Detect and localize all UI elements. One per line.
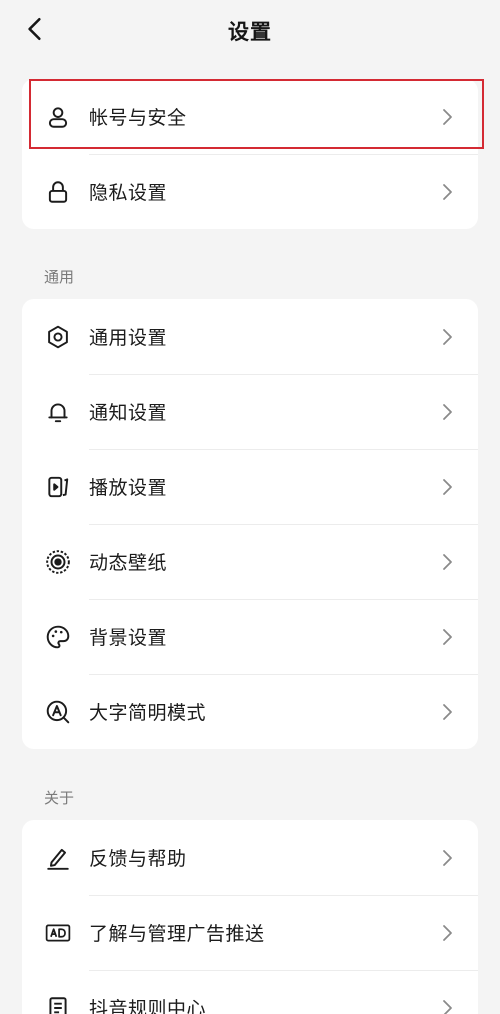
background-settings-label: 背景设置 [89,627,168,649]
chevron-right-icon [440,999,454,1014]
chevron-right-icon [440,183,454,201]
chevron-right-icon [440,924,454,942]
bell-icon [44,398,72,426]
page-title: 设置 [228,20,272,44]
account-card: 帐号与安全 隐私设置 [22,79,478,229]
large-font-mode-row[interactable]: 大字简明模式 [22,674,478,749]
account-security-label: 帐号与安全 [89,107,187,129]
ad-management-row[interactable]: 了解与管理广告推送 [22,895,478,970]
account-security-row[interactable]: 帐号与安全 [22,79,478,154]
chevron-right-icon [440,553,454,571]
feedback-help-label: 反馈与帮助 [89,848,187,870]
playback-settings-row[interactable]: 播放设置 [22,449,478,524]
play-settings-icon [44,473,72,501]
chevron-right-icon [440,478,454,496]
notification-settings-label: 通知设置 [89,402,168,424]
chevron-right-icon [440,628,454,646]
chevron-right-icon [440,849,454,867]
privacy-settings-row[interactable]: 隐私设置 [22,154,478,229]
chevron-right-icon [440,328,454,346]
dynamic-wallpaper-row[interactable]: 动态壁纸 [22,524,478,599]
privacy-settings-label: 隐私设置 [89,182,168,204]
chevron-right-icon [440,403,454,421]
chevron-right-icon [440,703,454,721]
notification-settings-row[interactable]: 通知设置 [22,374,478,449]
rules-center-label: 抖音规则中心 [89,998,207,1014]
playback-settings-label: 播放设置 [89,477,168,499]
ad-management-label: 了解与管理广告推送 [89,923,265,945]
lock-icon [44,178,72,206]
chevron-right-icon [440,108,454,126]
section-title-general: 通用 [44,268,75,286]
general-settings-label: 通用设置 [89,327,168,349]
top-bar: 设置 [0,0,500,62]
document-icon [44,994,72,1014]
palette-icon [44,623,72,651]
general-card: 通用设置 通知设置 播放设置 动态壁纸 背景设置 大字简明模式 [22,299,478,749]
section-title-about: 关于 [44,789,75,807]
ad-icon [44,919,72,947]
user-icon [44,103,72,131]
dynamic-wallpaper-icon [44,548,72,576]
general-settings-row[interactable]: 通用设置 [22,299,478,374]
pencil-icon [44,844,72,872]
large-font-mode-icon [44,698,72,726]
dynamic-wallpaper-label: 动态壁纸 [89,552,168,574]
background-settings-row[interactable]: 背景设置 [22,599,478,674]
feedback-help-row[interactable]: 反馈与帮助 [22,820,478,895]
rules-center-row[interactable]: 抖音规则中心 [22,970,478,1014]
large-font-mode-label: 大字简明模式 [89,702,207,724]
about-card: 反馈与帮助 了解与管理广告推送 抖音规则中心 [22,820,478,1014]
gear-icon [44,323,72,351]
